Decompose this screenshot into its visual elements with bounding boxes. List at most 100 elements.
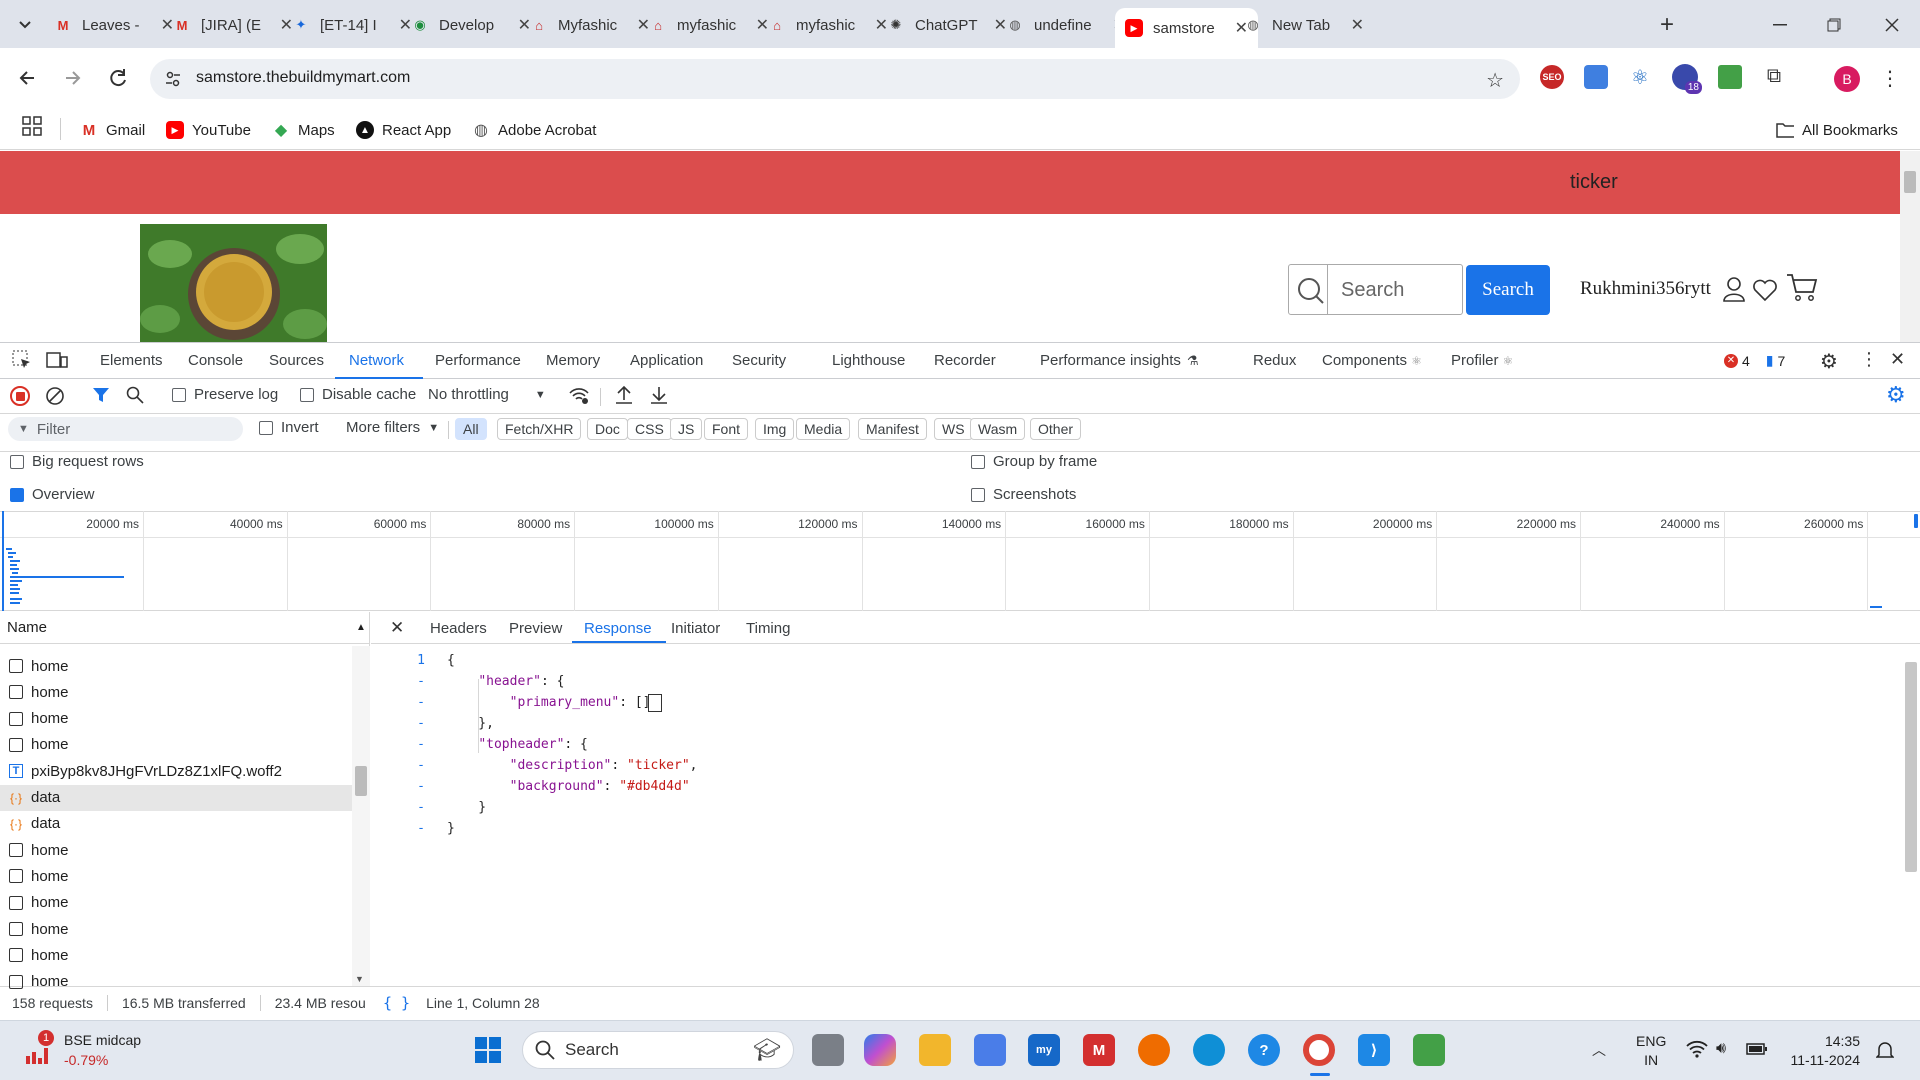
request-row[interactable]: home — [0, 863, 352, 889]
request-row[interactable]: home — [0, 890, 352, 916]
big-request-rows-checkbox[interactable]: Big request rows — [10, 453, 144, 470]
detail-tab-preview[interactable]: Preview — [509, 612, 562, 644]
request-list-scroll-thumb[interactable] — [355, 766, 367, 796]
type-filter-img[interactable]: Img — [755, 418, 795, 440]
devtools-tab-sources[interactable]: Sources — [269, 342, 324, 379]
type-filter-other[interactable]: Other — [1030, 418, 1082, 440]
seo-extension-icon[interactable]: SEO — [1540, 65, 1564, 89]
devtools-tab-recorder[interactable]: Recorder — [934, 342, 996, 379]
page-scroll-thumb[interactable] — [1904, 171, 1916, 193]
browser-menu-button[interactable]: ⋮ — [1880, 66, 1900, 91]
request-row[interactable]: home — [0, 732, 352, 758]
request-row[interactable]: home — [0, 706, 352, 732]
clock[interactable]: 14:35 11-11-2024 — [1784, 1032, 1860, 1070]
devtools-tab-performance-insights[interactable]: Performance insights ⚗ — [1040, 342, 1199, 379]
search-network-icon[interactable] — [126, 386, 144, 404]
volume-icon[interactable]: 🔊︎ — [1716, 1040, 1726, 1058]
new-tab-button[interactable]: + — [1652, 10, 1682, 40]
start-button[interactable] — [472, 1034, 504, 1066]
type-filter-manifest[interactable]: Manifest — [858, 418, 927, 440]
network-conditions-icon[interactable] — [568, 385, 590, 405]
export-har-icon[interactable] — [649, 385, 669, 405]
user-icon[interactable] — [1722, 276, 1746, 302]
invert-checkbox[interactable]: Invert — [259, 419, 319, 436]
vscode-icon[interactable]: ⟩ — [1358, 1034, 1390, 1066]
search-button[interactable]: Search — [1466, 265, 1550, 315]
overview-left-handle[interactable] — [2, 511, 4, 611]
address-bar[interactable]: samstore.thebuildmymart.com ☆ — [150, 59, 1520, 99]
checkbox-checked[interactable] — [10, 487, 24, 502]
site-info-icon[interactable] — [164, 70, 182, 88]
heart-icon[interactable] — [1752, 278, 1778, 302]
request-row[interactable]: home — [0, 916, 352, 942]
checkbox[interactable] — [10, 454, 24, 469]
group-by-frame-checkbox[interactable]: Group by frame — [971, 453, 1097, 470]
checkbox[interactable] — [300, 387, 314, 402]
devtools-tab-memory[interactable]: Memory — [546, 342, 600, 379]
devtools-tab-elements[interactable]: Elements — [100, 342, 163, 379]
import-har-icon[interactable] — [614, 385, 634, 405]
battery-icon[interactable] — [1746, 1043, 1768, 1055]
wifi-icon[interactable] — [1686, 1040, 1708, 1058]
devtools-tab-profiler[interactable]: Profiler ⚛ — [1451, 342, 1513, 379]
request-row[interactable]: home — [0, 837, 352, 863]
type-filter-all[interactable]: All — [455, 418, 487, 440]
edge-icon[interactable] — [1193, 1034, 1225, 1066]
forward-button[interactable] — [58, 64, 86, 92]
inspect-element-icon[interactable] — [12, 350, 32, 370]
type-filter-media[interactable]: Media — [796, 418, 851, 440]
type-filter-css[interactable]: CSS — [627, 418, 672, 440]
cart-icon[interactable] — [1786, 272, 1818, 302]
network-settings-icon[interactable]: ⚙ — [1886, 382, 1906, 408]
devtools-tab-performance[interactable]: Performance — [435, 342, 521, 379]
devtools-tab-components[interactable]: Components ⚛ — [1322, 342, 1422, 379]
profile-avatar[interactable]: B — [1834, 66, 1860, 92]
url-text[interactable]: samstore.thebuildmymart.com — [196, 69, 410, 87]
mylic-icon[interactable]: my — [1028, 1034, 1060, 1066]
devtools-menu-icon[interactable]: ⋮ — [1860, 349, 1878, 370]
response-scroll-thumb[interactable] — [1905, 662, 1917, 872]
checkbox[interactable] — [259, 420, 273, 435]
notepad-icon[interactable] — [1413, 1034, 1445, 1066]
search-box[interactable]: Search — [1288, 264, 1463, 315]
detail-tab-initiator[interactable]: Initiator — [671, 612, 720, 644]
request-row[interactable]: home — [0, 969, 352, 995]
page-scrollbar[interactable] — [1900, 151, 1920, 342]
copilot-icon[interactable] — [864, 1034, 896, 1066]
all-bookmarks-button[interactable]: All Bookmarks — [1776, 116, 1898, 144]
checkbox[interactable] — [971, 487, 985, 502]
help-icon[interactable]: ? — [1248, 1034, 1280, 1066]
task-view-icon[interactable] — [812, 1034, 844, 1066]
reload-button[interactable] — [104, 64, 132, 92]
request-row[interactable]: {·} data — [0, 811, 352, 837]
scroll-down-icon[interactable]: ▼ — [355, 974, 364, 984]
extension-badge-icon[interactable]: 18 — [1672, 64, 1702, 94]
close-devtools-icon[interactable]: ✕ — [1890, 349, 1905, 370]
detail-tab-headers[interactable]: Headers — [430, 612, 487, 644]
apps-button[interactable] — [22, 116, 44, 138]
tab-search-button[interactable] — [12, 12, 38, 38]
type-filter-js[interactable]: JS — [670, 418, 703, 440]
filter-input[interactable]: ▼ Filter — [8, 417, 243, 441]
close-window-button[interactable] — [1872, 10, 1912, 40]
stock-widget[interactable]: 1 BSE midcap -0.79% — [22, 1030, 152, 1072]
puzzle-icon[interactable]: ⧉ — [1762, 65, 1786, 89]
chrome-icon[interactable] — [1303, 1034, 1335, 1066]
request-row[interactable]: TpxiByp8kv8JHgFVrLDz8Z1xlFQ.woff2 — [0, 758, 352, 784]
bookmark-react-app[interactable]: ▲ React App — [356, 116, 451, 144]
site-logo-image[interactable] — [140, 224, 327, 342]
preserve-log-checkbox[interactable]: Preserve log — [172, 386, 278, 403]
browser-tab[interactable]: ◍ New Tab ✕ — [1234, 8, 1374, 42]
bookmark-maps[interactable]: ◆ Maps — [272, 116, 335, 144]
minimize-button[interactable] — [1760, 10, 1800, 40]
devtools-tab-console[interactable]: Console — [188, 342, 243, 379]
more-filters-dropdown[interactable]: More filters ▼ — [346, 419, 439, 436]
close-tab-icon[interactable]: ✕ — [1351, 15, 1364, 35]
request-row[interactable]: {·} data — [0, 784, 352, 811]
devtools-tab-application[interactable]: Application — [630, 342, 703, 379]
file-explorer-icon[interactable] — [919, 1034, 951, 1066]
device-toolbar-icon[interactable] — [46, 350, 68, 370]
microsoft-store-icon[interactable] — [974, 1034, 1006, 1066]
type-filter-wasm[interactable]: Wasm — [970, 418, 1026, 440]
chevron-up-icon[interactable]: ︿ — [1592, 1040, 1606, 1060]
